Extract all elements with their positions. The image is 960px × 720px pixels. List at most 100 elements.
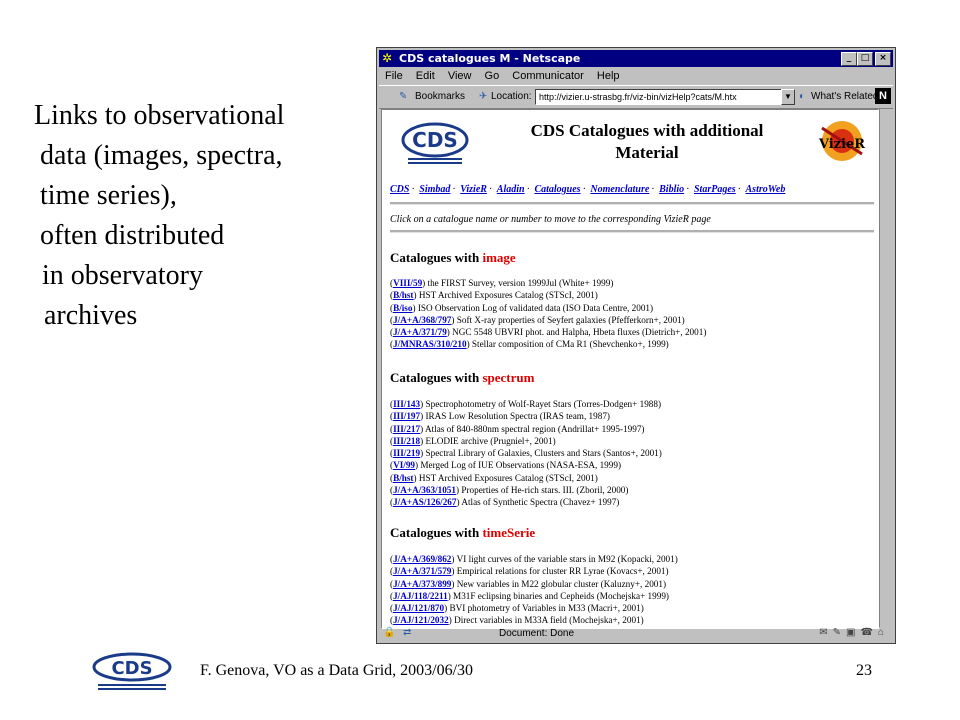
catalogue-desc: Direct variables in M33A field (Mochejsk… [451,615,644,626]
list-item: (J/A+A/368/797) Soft X-ray properties of… [390,314,685,325]
list-item: (J/A+A/371/79) NGC 5548 UBVRI phot. and … [390,327,707,338]
catalogue-desc: Stellar composition of CMa R1 (Shevchenk… [469,339,669,350]
catalogue-link[interactable]: III/197 [393,411,420,421]
nav-link-nomenclature[interactable]: Nomenclature [590,184,649,195]
close-button[interactable]: × [875,52,891,66]
security-lock-icon[interactable]: 🔒 [383,627,395,638]
menu-communicator[interactable]: Communicator [512,68,584,84]
section-heading-image: Catalogues with image [390,250,516,266]
catalogue-link[interactable]: J/A+A/371/79 [393,327,447,337]
catalogue-link[interactable]: J/A+A/371/579 [393,566,451,576]
catalogue-desc: Empirical relations for cluster RR Lyrae… [454,566,669,577]
catalogue-desc: ISO Observation Log of validated data (I… [415,302,654,313]
list-item: (J/AJ/121/2032) Direct variables in M33A… [390,615,644,626]
bullet-line: data (images, spectra, [40,140,283,171]
list-item: (III/217) Atlas of 840-880nm spectral re… [390,423,645,434]
nav-link-starpages[interactable]: StarPages [694,184,736,195]
list-item: (III/218) ELODIE archive (Prugniel+, 200… [390,435,556,446]
catalogue-desc: Atlas of Synthetic Spectra (Chavez+ 1997… [459,497,620,508]
divider [390,202,874,205]
catalogue-link[interactable]: J/MNRAS/310/210 [393,339,467,349]
nav-separator: · [526,184,530,195]
page-title-line: Material [615,143,679,162]
catalogue-link[interactable]: J/A+AS/126/267 [393,497,456,507]
catalogue-link[interactable]: B/iso [393,303,412,313]
catalogue-desc: Atlas of 840-880nm spectral region (Andr… [423,423,645,434]
menu-view[interactable]: View [448,68,472,84]
status-bar: 🔒 ⇄ Document: Done ✉✎▣☎⌂ [379,627,893,641]
list-item: (J/A+A/373/899) New variables in M22 glo… [390,578,667,589]
bookmarks-button[interactable]: Bookmarks [415,89,465,105]
catalogue-link[interactable]: III/143 [393,399,420,409]
catalogue-link[interactable]: III/219 [393,448,420,458]
catalogue-link[interactable]: J/AJ/121/870 [393,603,444,613]
list-item: (B/iso) ISO Observation Log of validated… [390,302,654,313]
catalogue-link[interactable]: B/hst [393,473,413,483]
section-keyword: image [482,250,516,265]
svg-text:CDS: CDS [412,128,458,152]
nav-link-simbad[interactable]: Simbad [419,184,450,195]
location-toolbar: ✎ Bookmarks ✈ Location: http://vizier.u-… [379,85,893,109]
list-item: (J/A+A/369/862) VI light curves of the v… [390,554,678,564]
catalogue-link[interactable]: J/A+A/369/862 [393,554,451,564]
location-label: Location: [491,91,532,102]
catalogue-desc: BVI photometry of Variables in M33 (Macr… [447,603,644,614]
svg-text:VizieR: VizieR [818,137,865,152]
url-input[interactable]: http://vizier.u-strasbg.fr/viz-bin/vizHe… [535,89,782,105]
section-heading-spectrum: Catalogues with spectrum [390,370,534,386]
catalogue-desc: IRAS Low Resolution Spectra (IRAS team, … [423,411,610,422]
section-heading-prefix: Catalogues with [390,370,483,385]
catalogue-link[interactable]: B/hst [393,290,413,300]
catalogue-link[interactable]: J/A+A/373/899 [393,579,451,589]
menu-file[interactable]: File [385,68,403,84]
bullet-line: in observatory [42,260,203,291]
section-keyword: spectrum [482,370,535,385]
catalogue-link[interactable]: J/AJ/121/2032 [393,615,449,625]
catalogue-link[interactable]: J/AJ/118/2211 [393,591,448,601]
window-titlebar[interactable]: ✲ CDS catalogues M - Netscape _ □ × [379,50,893,67]
catalogue-desc: VI light curves of the variable stars in… [454,554,678,564]
catalogue-link[interactable]: III/218 [393,436,420,446]
catalogue-link[interactable]: J/A+A/368/797 [393,315,451,325]
url-dropdown-button[interactable]: ▼ [781,89,795,105]
list-item: (III/219) Spectral Library of Galaxies, … [390,448,662,459]
vertical-scrollbar[interactable] [879,109,893,627]
menu-edit[interactable]: Edit [416,68,435,84]
menu-go[interactable]: Go [485,68,500,84]
maximize-button[interactable]: □ [857,52,873,66]
catalogue-list-spectrum: (III/143) Spectrophotometry of Wolf-Raye… [390,398,662,509]
nav-link-aladin[interactable]: Aladin [497,184,525,195]
catalogue-link[interactable]: III/217 [393,424,420,434]
catalogue-desc: the FIRST Survey, version 1999Jul (White… [425,278,614,288]
catalogue-link[interactable]: VIII/59 [393,278,422,288]
list-item: (VIII/59) the FIRST Survey, version 1999… [390,278,614,288]
nav-link-cds[interactable]: CDS [390,184,409,195]
nav-links: CDS · Simbad · VizieR · Aladin · Catalogues ·… [390,184,785,195]
list-item: (J/A+A/371/579) Empirical relations for … [390,566,669,577]
catalogue-list-timeserie: (J/A+A/369/862) VI light curves of the v… [390,553,678,627]
netscape-icon: ✲ [382,51,393,65]
nav-separator: · [582,184,586,195]
list-item: (J/A+A/363/1051) Properties of He-rich s… [390,485,629,496]
component-bar-icons[interactable]: ✉✎▣☎⌂ [819,627,889,638]
nav-link-astroweb[interactable]: AstroWeb [746,184,786,195]
catalogue-desc: HST Archived Exposures Catalog (STScI, 2… [416,472,598,483]
bullet-line: archives [44,300,138,331]
netscape-n-icon[interactable]: N [875,88,891,104]
page-content: CDS CDS Catalogues with additional Mater… [381,109,879,629]
catalogue-link[interactable]: VI/99 [393,460,415,470]
catalogue-desc: M31F eclipsing binaries and Cepheids (Mo… [450,590,669,601]
catalogue-desc: NGC 5548 UBVRI phot. and Halpha, Hbeta f… [449,327,707,338]
instructions-text: Click on a catalogue name or number to m… [390,214,711,225]
nav-link-vizier[interactable]: VizieR [460,184,487,195]
menu-help[interactable]: Help [597,68,620,84]
whats-related-button[interactable]: What's Related [811,89,879,105]
catalogue-desc: ELODIE archive (Prugniel+, 2001) [423,435,556,446]
list-item: (B/hst) HST Archived Exposures Catalog (… [390,290,598,301]
minimize-button[interactable]: _ [841,52,857,66]
nav-link-catalogues[interactable]: Catalogues [534,184,580,195]
nav-link-biblio[interactable]: Biblio [659,184,684,195]
divider [390,230,874,233]
whats-related-icon: ◐ [799,91,806,102]
catalogue-link[interactable]: J/A+A/363/1051 [393,485,456,495]
